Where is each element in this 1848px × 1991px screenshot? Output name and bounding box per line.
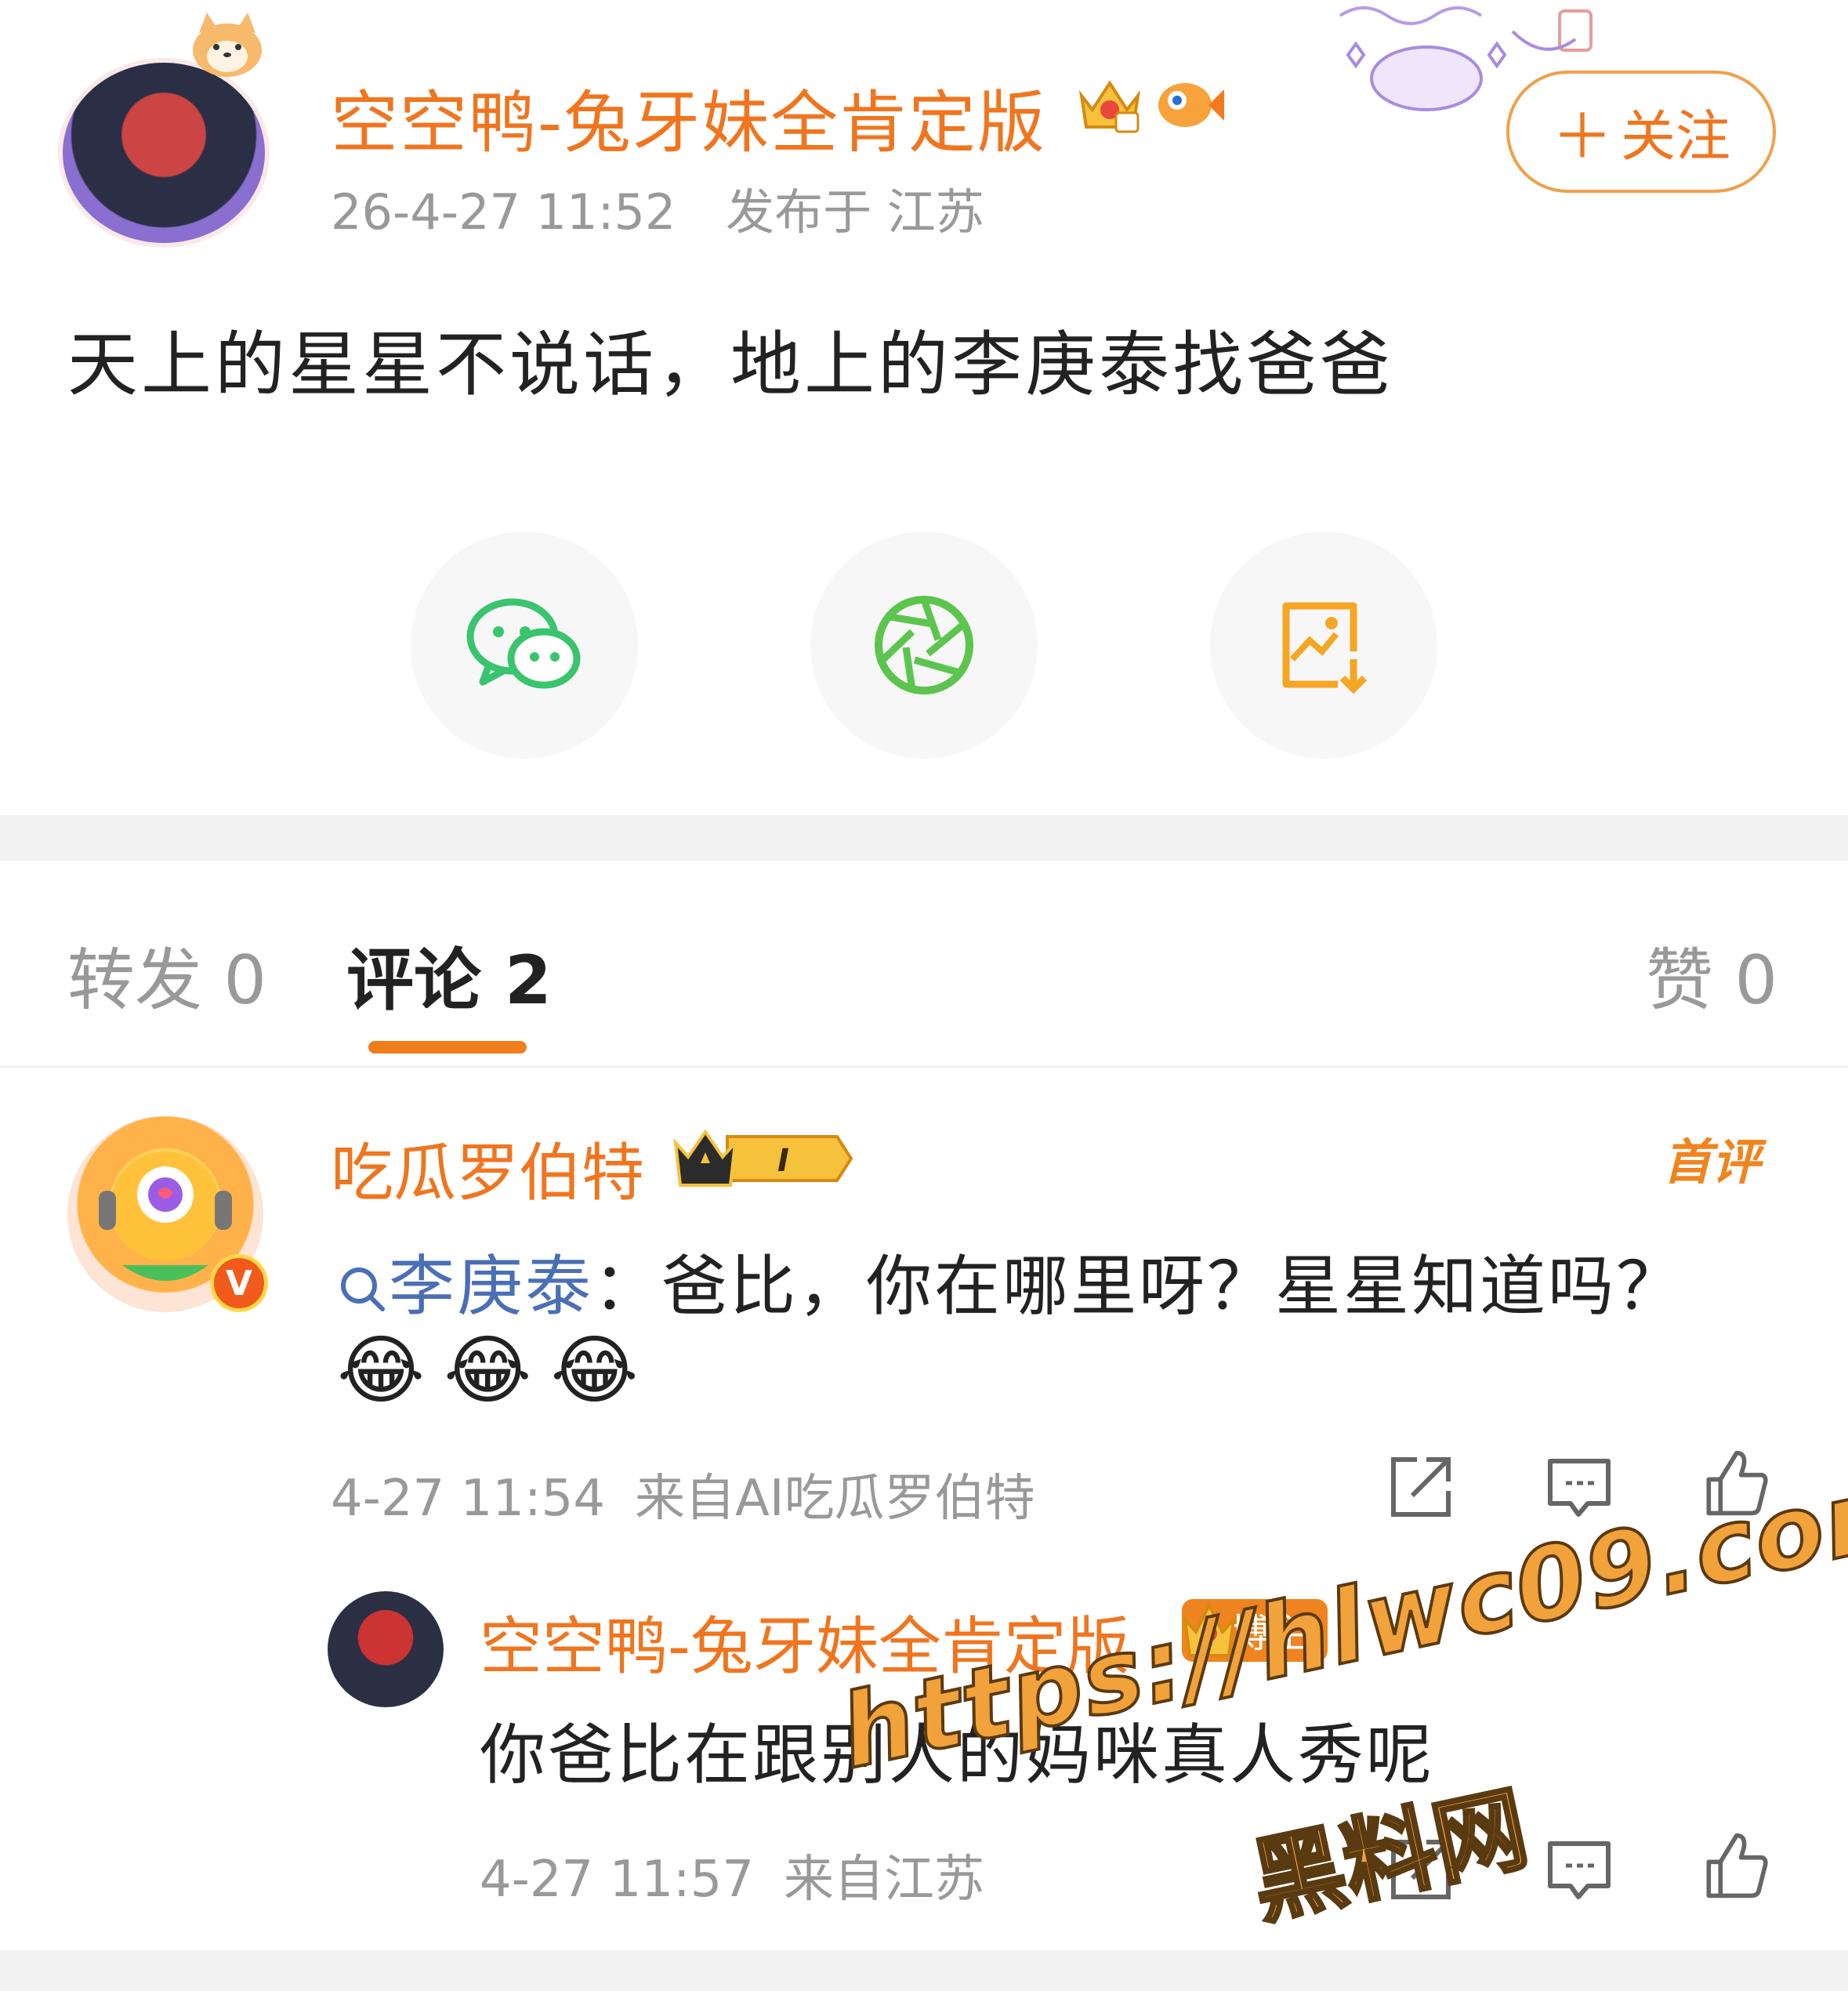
reply-author-name[interactable]: 空空鸭-兔牙妹全肯定版 [480, 1596, 1129, 1687]
post-location: 发布于 江苏 [726, 183, 984, 241]
moments-icon [875, 596, 973, 694]
crown-badge-icon [1183, 1601, 1236, 1657]
share-icon[interactable] [1386, 1834, 1456, 1905]
author-name[interactable]: 空空鸭-兔牙妹全肯定版 [331, 67, 1046, 165]
tabs-divider [0, 1066, 1848, 1068]
bottom-divider [0, 1950, 1848, 1991]
topic-link[interactable]: 李庚泰 [389, 1248, 593, 1325]
reply-meta: 4-27 11:57 来自江苏 [480, 1839, 984, 1911]
emoji-row: 😂 😂 😂 [337, 1326, 658, 1414]
comment-text: 李庚泰：爸比，你在哪里呀？星星知道吗？ [337, 1234, 1684, 1329]
author-avatar[interactable] [63, 63, 265, 243]
follow-button[interactable]: ＋ 关注 [1506, 71, 1776, 193]
tab-comments[interactable]: 评论 2 [346, 925, 552, 1023]
active-tab-indicator [368, 1041, 527, 1054]
member-level-text: I [777, 1143, 789, 1179]
fish-badge-icon [1158, 83, 1224, 127]
crown-badge-icon [1078, 80, 1141, 133]
laughing-emoji-icon: 😂 [444, 1326, 532, 1414]
search-icon [341, 1267, 385, 1311]
reply-time: 4-27 11:57 [480, 1851, 755, 1909]
share-icon[interactable] [1386, 1452, 1456, 1522]
comment-body: ：爸比，你在哪里呀？星星知道吗？ [593, 1248, 1685, 1325]
comment-meta: 4-27 11:54 来自AI吃瓜罗伯特 [331, 1458, 1035, 1530]
share-wechat-button[interactable] [411, 531, 638, 759]
reply-author-avatar[interactable] [328, 1591, 444, 1707]
comment-source: 来自AI吃瓜罗伯特 [635, 1470, 1035, 1528]
laughing-emoji-icon: 😂 [337, 1326, 426, 1414]
plus-icon: ＋ [1551, 102, 1613, 172]
post-meta: 26-4-27 11:52 发布于 江苏 [331, 172, 984, 243]
tab-likes[interactable]: 赞 0 [1646, 925, 1777, 1023]
section-divider [0, 815, 1848, 861]
dog-sticker-icon [193, 13, 262, 77]
like-icon[interactable] [1701, 1830, 1771, 1900]
laughing-emoji-icon: 😂 [550, 1326, 639, 1414]
save-image-button[interactable] [1210, 531, 1437, 759]
reply-text: 你爸比在跟别人的妈咪真人秀呢 [480, 1717, 1435, 1793]
reply-source: 来自江苏 [784, 1851, 985, 1909]
reply-icon[interactable] [1544, 1834, 1614, 1905]
member-level-badge-icon: I [673, 1129, 853, 1187]
commenter-name[interactable]: 吃瓜罗伯特 [331, 1122, 644, 1213]
comment-time: 4-27 11:54 [331, 1470, 606, 1528]
post-body: 天上的星星不说话，地上的李庚泰找爸爸 [67, 324, 1393, 406]
reply-icon[interactable] [1544, 1452, 1614, 1522]
share-moments-button[interactable] [810, 531, 1038, 759]
first-comment-badge: 首评 [1663, 1133, 1761, 1191]
tab-forward[interactable]: 转发 0 [67, 925, 266, 1023]
verified-v-badge: V [210, 1254, 268, 1312]
save-image-icon [1282, 602, 1368, 694]
post-time: 26-4-27 11:52 [331, 183, 676, 241]
wechat-icon [466, 598, 581, 689]
like-icon[interactable] [1701, 1447, 1771, 1518]
follow-label: 关注 [1621, 103, 1730, 169]
